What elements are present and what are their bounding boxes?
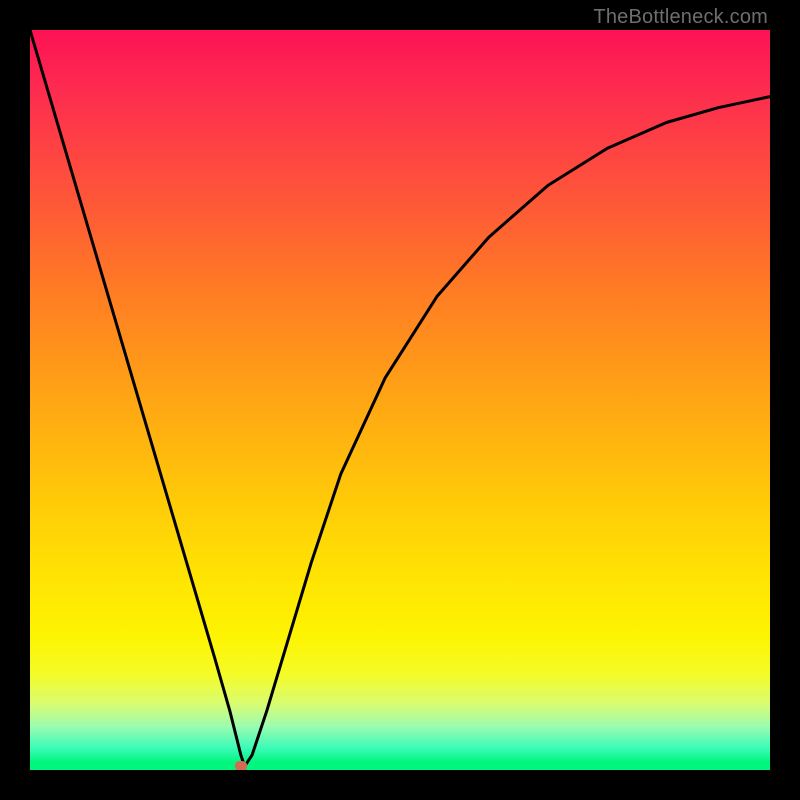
curve-path — [30, 30, 770, 766]
min-point-marker — [235, 761, 247, 770]
chart-frame: TheBottleneck.com — [0, 0, 800, 800]
plot-area — [30, 30, 770, 770]
curve-line — [30, 30, 770, 770]
watermark-text: TheBottleneck.com — [593, 6, 768, 29]
